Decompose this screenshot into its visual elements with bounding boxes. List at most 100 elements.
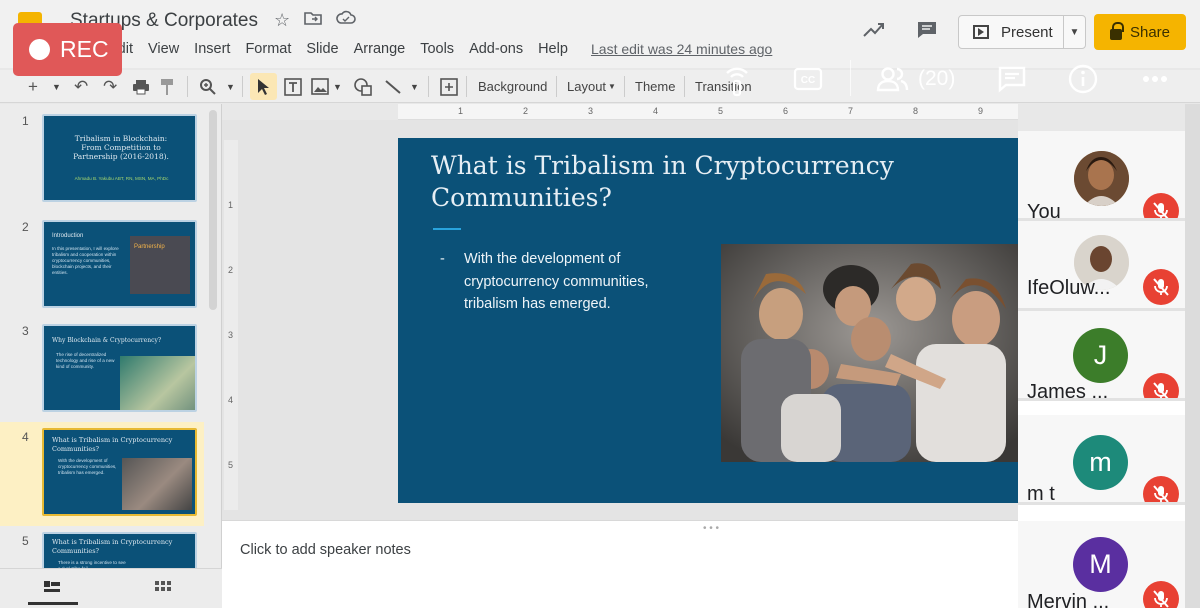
toolbar-divider (624, 76, 625, 97)
slide-group-photo[interactable] (721, 244, 1018, 462)
ruler-tick: 2 (523, 106, 529, 116)
slide-thumbnail-1[interactable]: Tribalism in Blockchain: From Competitio… (42, 114, 197, 202)
menu-insert[interactable]: Insert (194, 41, 230, 57)
lock-icon (1109, 21, 1124, 40)
image-dropdown-icon[interactable]: ▼ (333, 70, 342, 103)
mic-off-icon (1143, 193, 1179, 218)
list-view-icon[interactable] (44, 581, 60, 600)
vertical-ruler: 1 2 3 4 5 (224, 140, 238, 510)
ruler-tick: 4 (228, 395, 234, 405)
menu-slide[interactable]: Slide (306, 41, 338, 57)
insert-comment-icon[interactable] (440, 70, 458, 103)
insert-image-icon[interactable] (311, 70, 331, 103)
more-options-icon[interactable] (1142, 60, 1168, 98)
zoom-dropdown-icon[interactable]: ▼ (226, 70, 235, 103)
participant-name: m t (1027, 483, 1055, 505)
layout-button[interactable]: Layout ▼ (567, 70, 616, 103)
current-slide[interactable]: What is Tribalism in Cryptocurrency Comm… (398, 138, 1018, 503)
theme-button[interactable]: Theme (635, 70, 675, 103)
menu-help[interactable]: Help (538, 41, 568, 57)
participant-count: (20) (918, 67, 956, 90)
participant-tile[interactable]: IfeOluw... (1018, 221, 1185, 311)
last-edit-link[interactable]: Last edit was 24 minutes ago (591, 41, 772, 57)
line-dropdown-icon[interactable]: ▼ (410, 70, 419, 103)
select-cursor-icon[interactable] (256, 70, 270, 103)
speaker-notes-placeholder[interactable]: Click to add speaker notes (240, 542, 411, 558)
participant-name: Mervin ... (1027, 591, 1110, 608)
ruler-tick: 1 (458, 106, 464, 116)
horizontal-ruler: 1 2 3 4 5 6 7 8 9 (398, 104, 1018, 120)
slide-thumbnail-4[interactable]: What is Tribalism in Cryptocurrency Comm… (42, 428, 197, 516)
zoom-icon[interactable] (199, 70, 217, 103)
toolbar-divider (556, 76, 557, 97)
menu-bar: Edit View Insert Format Slide Arrange To… (108, 41, 583, 57)
share-button[interactable]: Share (1094, 14, 1186, 50)
slide-thumbnail-2[interactable]: Introduction In this presentation, I wil… (42, 220, 197, 308)
avatar (1074, 151, 1129, 206)
menu-arrange[interactable]: Arrange (354, 41, 406, 57)
participant-tile[interactable]: m m t (1018, 415, 1185, 505)
ruler-tick: 4 (653, 106, 659, 116)
ruler-tick: 6 (783, 106, 789, 116)
slide-thumbnail-5[interactable]: What is Tribalism in Cryptocurrency Comm… (42, 532, 197, 572)
ruler-tick: 2 (228, 265, 234, 275)
participant-tile[interactable]: M Mervin ... (1018, 521, 1185, 608)
mic-off-icon (1143, 269, 1179, 305)
title-icons: ☆ (274, 10, 356, 31)
slide-bullet-text[interactable]: With the development of cryptocurrency c… (440, 248, 700, 316)
move-folder-icon[interactable] (304, 10, 322, 31)
ruler-tick: 3 (228, 330, 234, 340)
thumb-title: What is Tribalism in Cryptocurrency Comm… (52, 538, 173, 555)
slide-number: 3 (22, 324, 29, 338)
ruler-tick: 1 (228, 200, 234, 210)
participants-panel: You IfeOluw... J James ... m m t M Mervi… (1018, 131, 1185, 608)
print-icon[interactable] (132, 70, 150, 103)
ruler-tick: 5 (228, 460, 234, 470)
thumb-image (122, 458, 192, 510)
present-button[interactable]: Present ▼ (958, 15, 1086, 49)
slide-number: 5 (22, 534, 29, 548)
star-icon[interactable]: ☆ (274, 10, 290, 31)
speaker-notes[interactable]: Click to add speaker notes (222, 520, 1018, 608)
menu-tools[interactable]: Tools (420, 41, 454, 57)
filmstrip-view-controls (0, 568, 222, 608)
thumb-title: Why Blockchain & Cryptocurrency? (52, 337, 162, 344)
recording-label: REC (60, 36, 109, 62)
captions-icon[interactable]: CC (793, 60, 823, 98)
slide-title[interactable]: What is Tribalism in Cryptocurrency Comm… (431, 150, 991, 214)
ruler-tick: 5 (718, 106, 724, 116)
present-dropdown-caret-icon[interactable]: ▼ (1063, 16, 1085, 48)
notes-resize-handle[interactable]: • • • (703, 523, 719, 534)
ruler-tick: 8 (913, 106, 919, 116)
participant-tile[interactable]: J James ... (1018, 311, 1185, 401)
slide-number: 4 (22, 430, 29, 444)
background-button[interactable]: Background (478, 70, 547, 103)
menu-view[interactable]: View (148, 41, 179, 57)
participant-tile[interactable]: You (1018, 131, 1185, 221)
slide-thumbnail-3[interactable]: Why Blockchain & Cryptocurrency? The ris… (42, 324, 197, 412)
cloud-status-icon[interactable] (336, 10, 356, 31)
activity-trend-icon[interactable] (862, 20, 886, 40)
slide-filmstrip: 1 Tribalism in Blockchain: From Competit… (0, 104, 222, 608)
svg-text:CC: CC (801, 75, 815, 86)
toolbar-divider (684, 76, 685, 97)
toolbar-divider (466, 76, 467, 97)
filmstrip-scrollbar[interactable] (209, 110, 217, 310)
participants-button[interactable]: (20) (876, 60, 955, 98)
participant-name: James ... (1027, 381, 1109, 401)
comment-history-icon[interactable] (916, 20, 938, 40)
menu-format[interactable]: Format (245, 41, 291, 57)
thumb-text: In this presentation, I will explore tri… (52, 246, 119, 275)
grid-view-icon[interactable] (155, 581, 171, 600)
chat-icon[interactable] (997, 60, 1027, 98)
thumb-title: Introduction (52, 233, 84, 239)
line-tool-icon[interactable] (384, 70, 402, 103)
toolbar-divider (242, 76, 243, 97)
list-view-indicator (28, 602, 78, 605)
menu-add-ons[interactable]: Add-ons (469, 41, 523, 57)
text-box-icon[interactable] (283, 70, 303, 103)
wireless-cast-icon[interactable] (722, 60, 752, 98)
shape-icon[interactable] (353, 70, 373, 103)
paint-format-icon[interactable] (160, 70, 174, 103)
info-icon[interactable] (1068, 60, 1098, 98)
